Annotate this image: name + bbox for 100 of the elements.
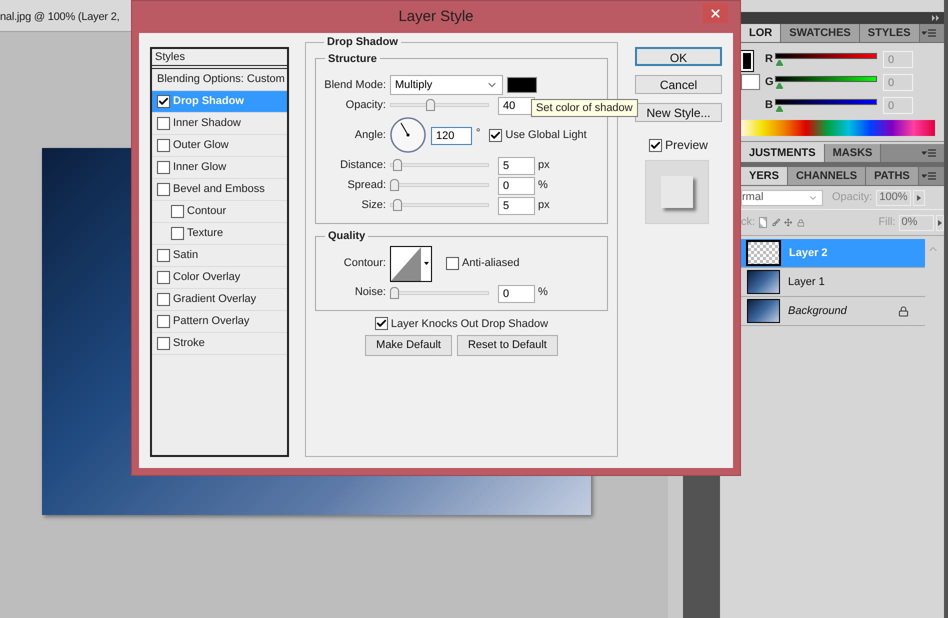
style-item[interactable]: Contour xyxy=(152,201,287,223)
checkbox-label: Anti-aliased xyxy=(462,256,520,272)
slider[interactable] xyxy=(390,199,489,211)
panel-tab[interactable]: CHANNELS xyxy=(788,167,866,185)
value-field[interactable]: 5 xyxy=(498,197,535,215)
panel-title: Drop Shadow xyxy=(326,35,399,50)
panel-tab[interactable]: JUSTMENTS xyxy=(741,144,825,162)
background-color-swatch[interactable] xyxy=(741,74,760,90)
layer-row[interactable]: Layer 1 xyxy=(741,268,925,297)
checkbox[interactable] xyxy=(157,293,170,306)
panel-tab[interactable]: MASKS xyxy=(824,144,882,162)
lock-icon xyxy=(898,306,909,316)
field-label: Angle: xyxy=(354,128,387,143)
checkbox[interactable] xyxy=(489,128,502,142)
fill-field[interactable]: 0% xyxy=(898,214,934,230)
layer-row[interactable]: Background xyxy=(741,297,925,326)
slider[interactable] xyxy=(390,159,489,171)
dialog-button[interactable]: Cancel xyxy=(635,75,722,94)
collapse-panels-icon[interactable] xyxy=(932,15,940,21)
play-icon[interactable] xyxy=(913,190,926,206)
value-field[interactable]: 0 xyxy=(498,284,535,302)
unit-label: % xyxy=(538,285,548,300)
checkbox[interactable] xyxy=(157,337,170,350)
play-icon[interactable] xyxy=(936,214,944,230)
style-item[interactable]: Satin xyxy=(152,245,287,267)
checkbox[interactable] xyxy=(157,95,170,108)
field-label: Contour: xyxy=(342,256,387,272)
panel-tab[interactable]: STYLES xyxy=(860,24,920,42)
document-tab-title[interactable]: nal.jpg @ 100% (Layer 2, xyxy=(0,9,120,26)
slider[interactable] xyxy=(390,99,489,111)
color-spectrum-bar[interactable] xyxy=(741,120,935,136)
blend-mode-select[interactable]: Multiply xyxy=(390,75,503,95)
checkbox[interactable] xyxy=(374,317,388,330)
unit-label: px xyxy=(538,158,550,173)
panel-menu-icon[interactable] xyxy=(922,28,936,38)
panel-menu-icon[interactable] xyxy=(922,148,936,158)
panel-tab[interactable]: LOR xyxy=(741,24,782,42)
style-item[interactable]: Stroke xyxy=(152,333,287,355)
style-item[interactable]: Texture xyxy=(152,223,287,245)
checkbox[interactable] xyxy=(446,257,459,270)
channel-slider[interactable] xyxy=(775,52,877,66)
checkbox[interactable] xyxy=(157,315,170,328)
panel-tab[interactable]: SWATCHES xyxy=(781,24,860,42)
contour-picker[interactable] xyxy=(390,246,432,282)
slider-thumb[interactable] xyxy=(390,179,399,191)
style-item[interactable]: Gradient Overlay xyxy=(152,289,287,311)
style-item[interactable]: Inner Glow xyxy=(152,157,287,179)
unit-label: % xyxy=(538,178,548,193)
value-field[interactable]: 120 xyxy=(431,127,472,145)
panel-menu-icon[interactable] xyxy=(922,172,936,180)
style-item[interactable]: Outer Glow xyxy=(152,135,287,157)
checkbox[interactable] xyxy=(157,249,170,262)
fill-label: Fill: xyxy=(878,215,896,230)
style-item[interactable]: Pattern Overlay xyxy=(152,311,287,333)
style-item[interactable]: Bevel and Emboss xyxy=(152,179,287,201)
dialog-button[interactable]: OK xyxy=(635,47,722,66)
brush-icon[interactable] xyxy=(772,216,780,229)
styles-header: Styles xyxy=(155,50,185,65)
style-item[interactable]: Inner Shadow xyxy=(152,113,287,135)
contour-curve-icon xyxy=(391,246,421,280)
default-button[interactable]: Reset to Default xyxy=(456,335,558,356)
style-item[interactable]: Color Overlay xyxy=(152,267,287,289)
default-button[interactable]: Make Default xyxy=(365,335,452,356)
channel-label: B xyxy=(765,98,774,114)
field-label: Distance: xyxy=(339,158,387,173)
channel-slider[interactable] xyxy=(775,98,877,112)
unit-label: ° xyxy=(476,126,480,141)
checkbox[interactable] xyxy=(171,227,184,240)
checkbox[interactable] xyxy=(157,117,170,130)
value-field[interactable]: 40 xyxy=(498,97,535,115)
lock-icon[interactable] xyxy=(796,216,804,228)
checkbox[interactable] xyxy=(649,138,662,152)
slider-thumb[interactable] xyxy=(390,286,399,298)
slider-thumb[interactable] xyxy=(426,99,435,111)
slider-thumb[interactable] xyxy=(392,199,402,211)
value-field[interactable]: 0 xyxy=(498,177,535,195)
foreground-color-swatch[interactable] xyxy=(741,51,753,71)
field-label: Size: xyxy=(360,198,387,213)
layer-blend-mode-select[interactable]: rmal xyxy=(741,190,823,206)
slider[interactable] xyxy=(390,179,489,191)
field-label: Opacity: xyxy=(344,98,387,113)
slider[interactable] xyxy=(390,286,489,298)
checkbox[interactable] xyxy=(157,183,170,196)
checkbox[interactable] xyxy=(157,271,170,284)
channel-slider[interactable] xyxy=(775,76,877,90)
checkbox[interactable] xyxy=(157,139,170,152)
move-icon[interactable] xyxy=(784,216,793,229)
slider-thumb[interactable] xyxy=(392,159,402,171)
panel-tab[interactable]: PATHS xyxy=(866,167,919,185)
close-button[interactable] xyxy=(703,3,728,23)
angle-dial[interactable] xyxy=(390,117,426,153)
checkbox[interactable] xyxy=(157,161,170,174)
dialog-button[interactable]: New Style... xyxy=(635,103,722,122)
checkbox[interactable] xyxy=(171,205,184,218)
opacity-label: Opacity: xyxy=(832,190,872,206)
shadow-color-swatch[interactable] xyxy=(507,77,537,93)
panel-tab[interactable]: YERS xyxy=(741,167,788,185)
value-field[interactable]: 5 xyxy=(498,157,535,175)
opacity-field[interactable]: 100% xyxy=(876,190,912,206)
checkerboard-icon[interactable] xyxy=(759,217,767,228)
